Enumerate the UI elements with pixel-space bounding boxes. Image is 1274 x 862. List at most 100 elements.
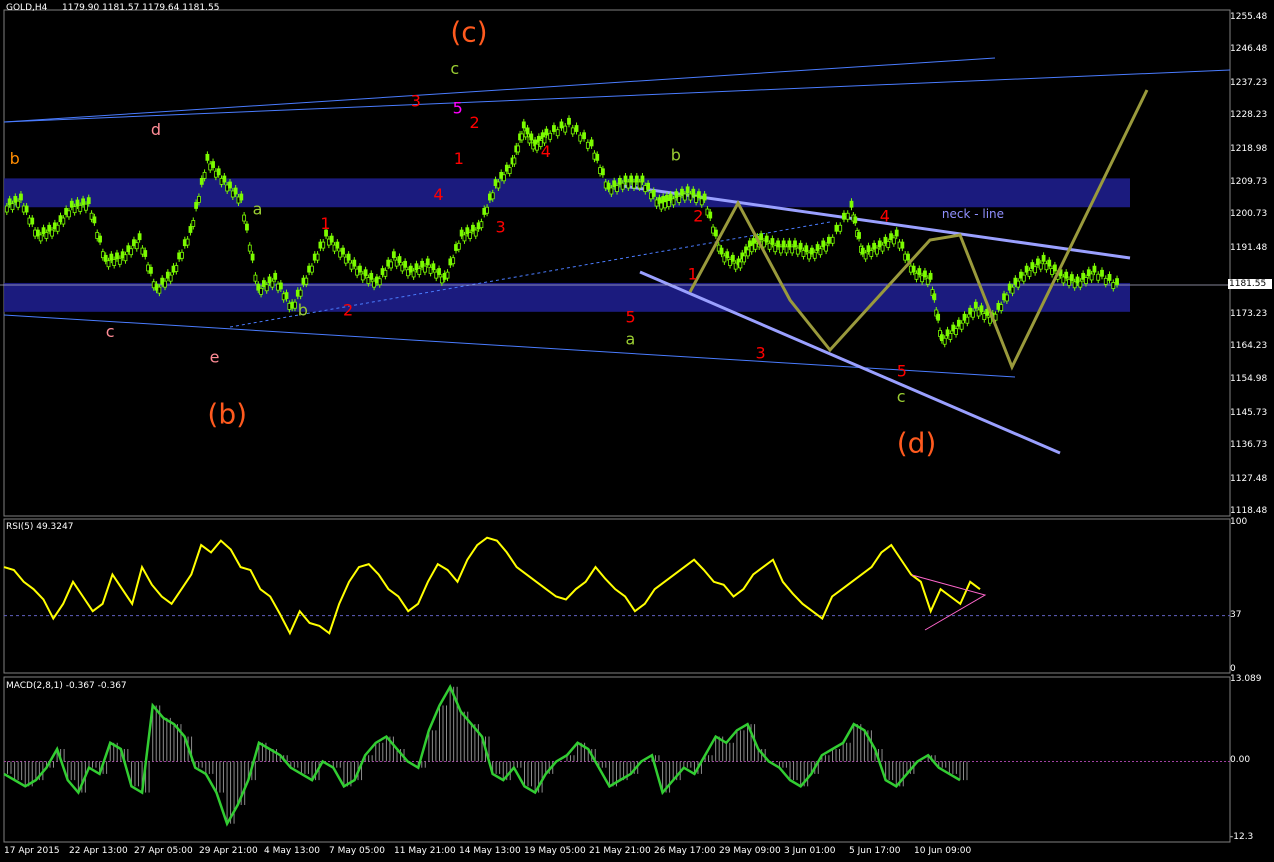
candle-body [216,168,221,176]
candle-body [284,292,289,299]
candle-body [4,205,9,213]
wave-label: 2 [343,300,353,319]
candle-body [1103,277,1108,285]
candle-body [666,200,671,208]
candle-body [1107,274,1112,281]
candle-body [559,121,564,129]
candle-body [293,301,297,309]
candle-body [659,202,664,210]
candle-body [776,240,780,248]
candle-body [525,127,530,135]
candle-body [764,235,769,243]
candle-body [677,196,682,203]
candle-body [129,248,134,256]
wave-label: 2 [470,113,480,132]
y-tick-label: 1154.98 [1230,374,1268,385]
candle-body [98,235,102,243]
candle-body [838,224,843,232]
candle-body [222,175,227,183]
candle-body [84,203,88,211]
candle-body [485,206,489,214]
chart-canvas: (c)(b)(d)c5321443bdceab12ba521345cneck -… [0,9,1231,843]
candle-body [496,181,501,189]
candle-body [790,246,795,254]
wave-label: b [298,300,308,319]
candle-body [1053,264,1057,272]
wave-label: (b) [207,398,247,431]
candle-body [341,247,345,255]
rsi-tick-label: 100 [1230,517,1248,527]
wave-label: 3 [411,91,421,110]
macd-tick-label: 0.00 [1230,755,1251,766]
y-tick-label: 1164.23 [1230,341,1268,352]
candle-body [24,205,29,213]
x-tick-label: 5 Jun 17:00 [849,846,901,856]
candle-body [10,203,15,211]
candle-body [346,253,351,261]
ohlc-readout: 1179.90 1181.57 1179.64 1181.55 [62,3,220,13]
candle-body [778,246,783,254]
candle-body [886,241,891,248]
candle-body [582,132,586,140]
x-tick-label: 22 Apr 13:00 [69,846,128,856]
candle-body [185,238,190,246]
x-tick-label: 3 Jun 01:00 [784,846,836,856]
candle-body [725,251,730,259]
candle-body [1004,294,1009,302]
y-tick-label: 1218.98 [1230,143,1268,154]
candle-body [875,247,879,255]
candle-body [671,198,676,206]
y-tick-label: 1255.48 [1230,12,1268,22]
y-tick-label: 1209.73 [1230,176,1268,187]
wave-label: a [253,199,263,218]
candle-body [708,211,713,219]
y-tick-label: 1127.48 [1230,473,1268,484]
candle-body [906,253,910,261]
candle-body [971,310,975,318]
candle-body [548,132,553,140]
candle-body [168,274,173,282]
candle-body [205,153,210,161]
candle-body [352,259,357,267]
candle-body [278,282,283,290]
candle-body [942,337,947,345]
x-tick-label: 7 May 05:00 [329,846,385,856]
candle-body [403,260,408,268]
candle-body [233,187,238,195]
candle-body [270,280,275,288]
candle-body [615,185,619,192]
candle-body [1033,266,1038,274]
candle-body [304,277,309,285]
candle-body [417,268,422,275]
candle-body [936,313,941,321]
candle-body [730,254,735,262]
candle-body [626,181,631,189]
x-tick-label: 26 May 17:00 [654,846,716,856]
candle-body [50,229,54,237]
macd-tick-label: 13.089 [1230,674,1262,684]
candle-body [552,125,556,132]
candle-body [746,249,750,257]
candle-body [863,252,868,260]
rsi-tick-label: 0 [1230,664,1236,674]
candle-body [1041,254,1046,262]
wave-label: (c) [450,15,487,48]
candle-body [137,233,142,241]
candle-body [383,269,388,277]
candle-body [900,241,905,249]
candle-body [787,240,792,248]
candle-body [188,226,193,233]
candle-body [842,212,846,220]
candle-body [44,232,49,239]
candle-body [1096,273,1101,281]
candle-body [112,259,117,266]
wave-label: e [210,347,220,366]
candle-body [697,191,701,199]
candle-body [247,244,252,252]
wave-label: b [671,145,681,164]
candle-body [719,247,724,255]
candle-body [521,121,526,129]
candle-body [830,236,835,244]
candle-body [199,177,204,185]
candle-body [425,258,430,266]
